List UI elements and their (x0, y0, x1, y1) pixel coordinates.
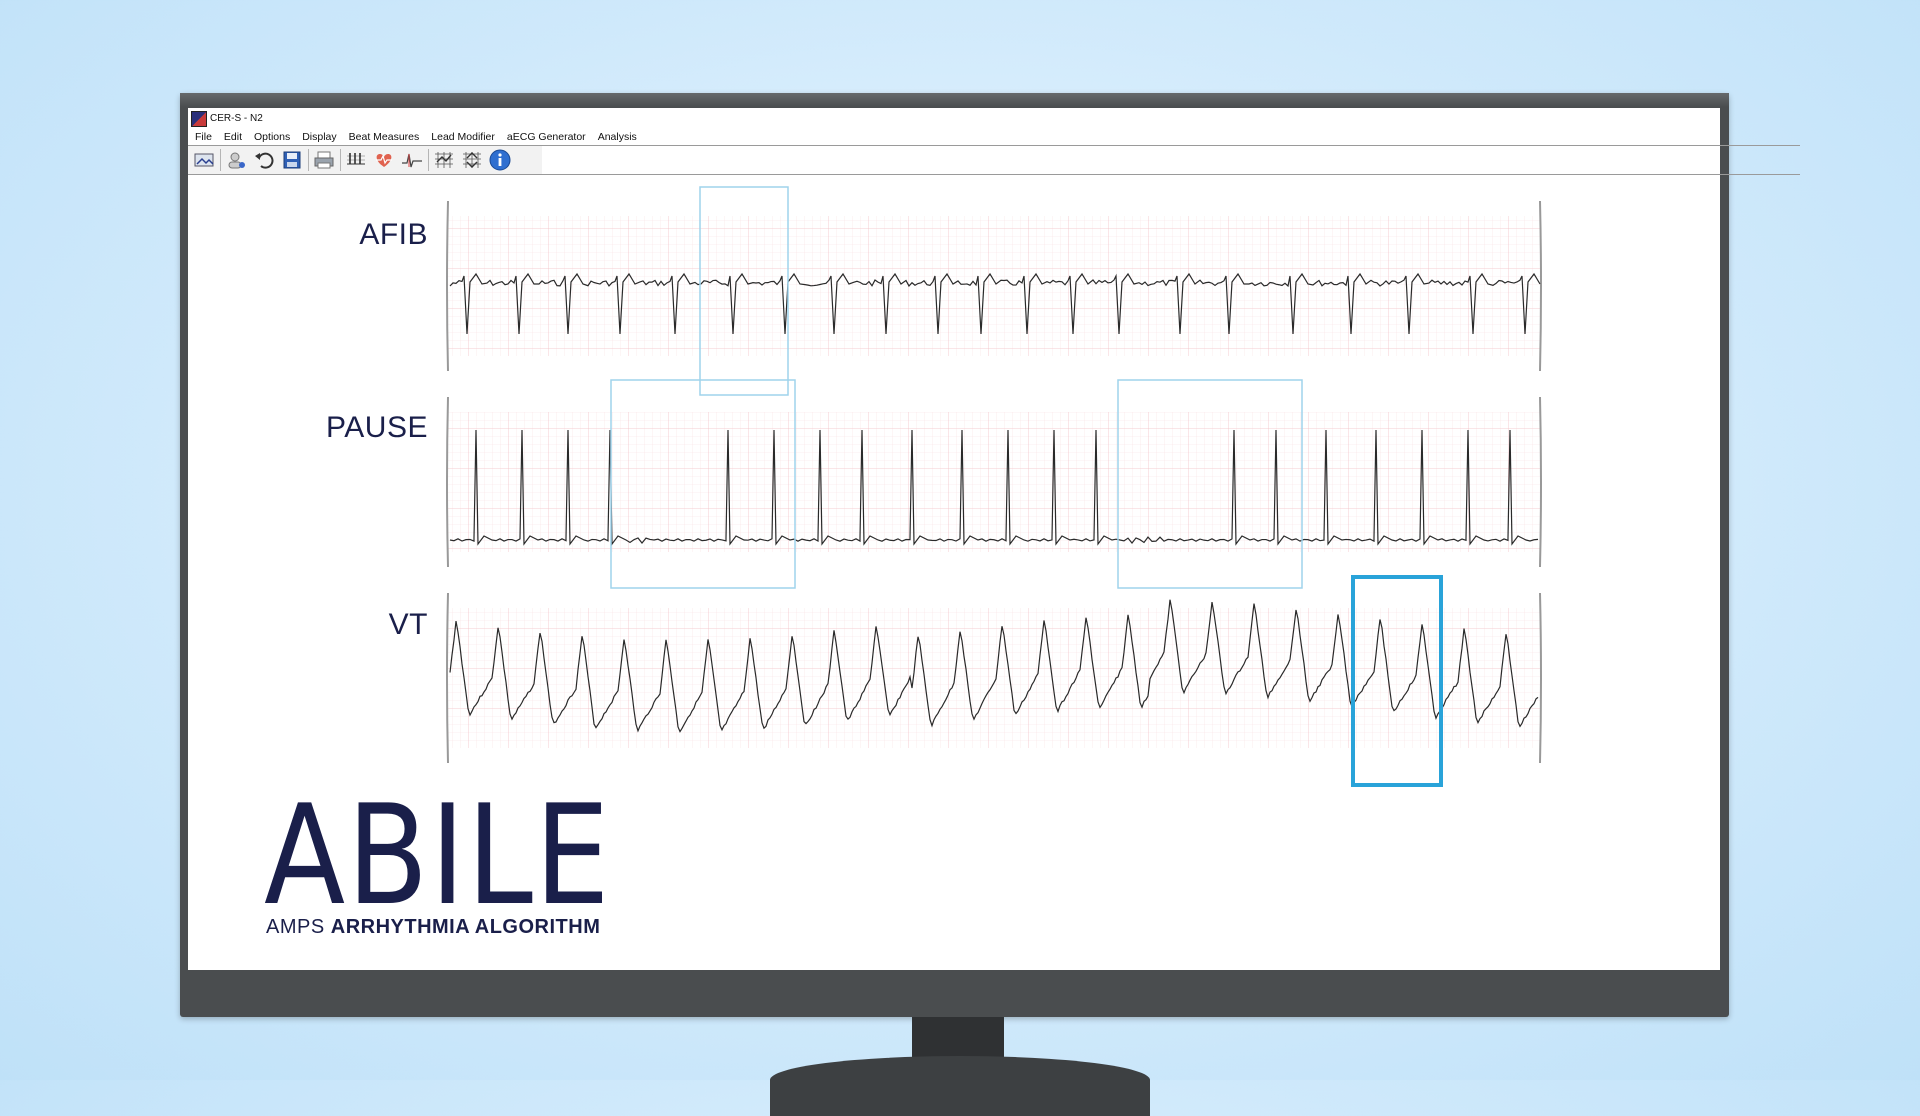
info-icon[interactable] (488, 148, 512, 172)
ecg-trace-pause (449, 429, 1539, 546)
tagline-regular: AMPS (266, 916, 325, 938)
ecg-trace-afib (449, 272, 1541, 335)
strip-afib (446, 200, 1542, 372)
menu-bar: File Edit Options Display Beat Measures … (188, 129, 1720, 146)
window-title: CER-S - N2 (210, 113, 263, 124)
grid-pan-icon[interactable] (460, 148, 484, 172)
heart-icon[interactable] (372, 148, 396, 172)
beat-grid-icon[interactable] (344, 148, 368, 172)
toolbar-separator (308, 149, 309, 171)
open-icon[interactable] (192, 148, 216, 172)
lead-label-pause: PAUSE (326, 411, 428, 444)
app-window: CER-S - N2 File Edit Options Display Bea… (188, 108, 1800, 970)
highlight-box-vt[interactable] (1351, 575, 1443, 787)
lead-label-afib: AFIB (359, 218, 428, 251)
user-info-icon[interactable] (224, 148, 248, 172)
highlight-box-afib[interactable] (699, 186, 789, 396)
app-icon (191, 110, 207, 127)
highlight-box-pause-2[interactable] (1117, 379, 1303, 589)
menu-options[interactable]: Options (247, 131, 295, 143)
highlight-box-pause-1[interactable] (610, 379, 796, 589)
grid-zoom-icon[interactable] (432, 148, 456, 172)
monitor-bezel (180, 93, 1729, 107)
menu-lead-modifier[interactable]: Lead Modifier (424, 131, 500, 143)
menu-display[interactable]: Display (295, 131, 341, 143)
menu-beat-measures[interactable]: Beat Measures (342, 131, 425, 143)
abile-tagline: AMPS ARRHYTHMIA ALGORITHM (266, 916, 600, 939)
strip-vt (446, 592, 1542, 764)
monitor: CER-S - N2 File Edit Options Display Bea… (180, 93, 1800, 1017)
tagline-bold: ARRHYTHMIA ALGORITHM (330, 916, 601, 938)
menu-analysis[interactable]: Analysis (591, 131, 642, 143)
strip-pause (446, 396, 1542, 568)
ecg-trace-vt (449, 599, 1539, 733)
monitor-stand-base (770, 1056, 1150, 1116)
lead-label-vt: VT (388, 608, 428, 641)
menu-edit[interactable]: Edit (217, 131, 247, 143)
toolbar (188, 146, 542, 174)
toolbar-separator (220, 149, 221, 171)
title-bar: CER-S - N2 (188, 108, 1720, 129)
menu-file[interactable]: File (188, 131, 217, 143)
toolbar-separator (428, 149, 429, 171)
menu-aecg-generator[interactable]: aECG Generator (500, 131, 591, 143)
abile-logo: ABILE (264, 775, 612, 936)
print-icon[interactable] (312, 148, 336, 172)
save-icon[interactable] (280, 148, 304, 172)
waveform-icon[interactable] (400, 148, 424, 172)
toolbar-separator (340, 149, 341, 171)
undo-icon[interactable] (252, 148, 276, 172)
toolbar-divider (188, 174, 1800, 175)
menu-divider (188, 145, 1800, 146)
